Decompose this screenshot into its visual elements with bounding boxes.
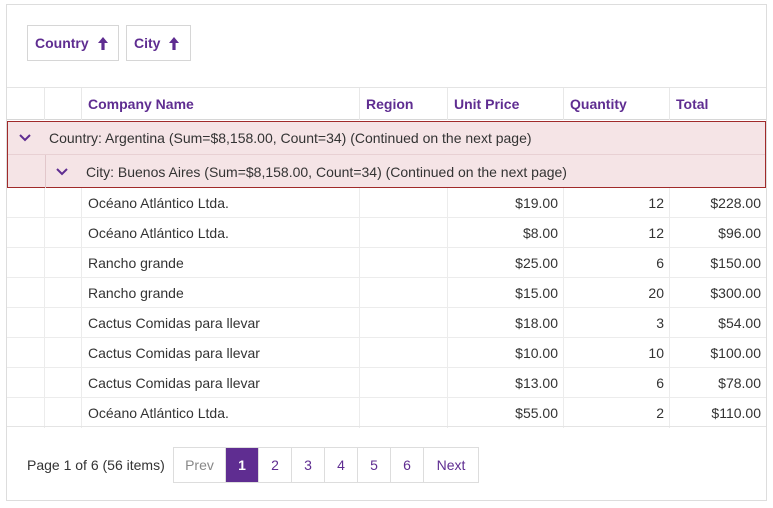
data-grid: Country City Company Name Region Unit Pr… bbox=[6, 4, 767, 501]
indent-cell bbox=[7, 308, 45, 338]
group-row-country[interactable]: Country: Argentina (Sum=$8,158.00, Count… bbox=[8, 122, 765, 155]
indent-cell bbox=[45, 278, 82, 308]
page-button-5[interactable]: 5 bbox=[358, 448, 391, 482]
page-button-2[interactable]: 2 bbox=[259, 448, 292, 482]
indent-cell bbox=[7, 368, 45, 398]
cell-region bbox=[360, 308, 448, 338]
cell-region bbox=[360, 368, 448, 398]
indent-cell bbox=[45, 308, 82, 338]
table-row[interactable]: Océano Atlántico Ltda. $8.00 12 $96.00 bbox=[7, 218, 766, 248]
column-header-unit-price[interactable]: Unit Price bbox=[448, 88, 564, 120]
prev-page-button[interactable]: Prev bbox=[174, 448, 226, 482]
cell-company: Rancho grande bbox=[82, 248, 360, 278]
page-button-6[interactable]: 6 bbox=[391, 448, 424, 482]
group-chip-country[interactable]: Country bbox=[27, 25, 119, 61]
indent-cell bbox=[7, 278, 45, 308]
cell-quantity: 2 bbox=[564, 398, 670, 428]
cell-region bbox=[360, 338, 448, 368]
cell-total: $228.00 bbox=[710, 195, 761, 211]
cell-total: $96.00 bbox=[718, 225, 761, 241]
cell-total: $110.00 bbox=[711, 405, 761, 421]
indent-cell bbox=[45, 338, 82, 368]
indent-cell bbox=[45, 218, 82, 248]
column-header-total[interactable]: Total bbox=[670, 88, 766, 120]
cell-region bbox=[360, 398, 448, 428]
column-header-region[interactable]: Region bbox=[360, 88, 448, 120]
cell-quantity: 6 bbox=[564, 248, 670, 278]
indent-cell bbox=[7, 248, 45, 278]
cell-unit-price: $10.00 bbox=[448, 338, 564, 368]
pager-buttons: Prev 1 2 3 4 5 6 Next bbox=[173, 447, 479, 483]
column-header-company-name[interactable]: Company Name bbox=[82, 88, 360, 120]
cell-quantity: 12 bbox=[564, 218, 670, 248]
table-row[interactable]: Cactus Comidas para llevar $13.00 6 $78.… bbox=[7, 368, 766, 398]
page-button-3[interactable]: 3 bbox=[292, 448, 325, 482]
cell-total: $300.00 bbox=[710, 285, 761, 301]
cell-total: $54.00 bbox=[718, 315, 761, 331]
cell-unit-price: $15.00 bbox=[448, 278, 564, 308]
group-row-text: Country: Argentina (Sum=$8,158.00, Count… bbox=[49, 130, 532, 146]
indent-cell bbox=[45, 248, 82, 278]
cell-total: $150.00 bbox=[710, 255, 761, 271]
arrow-up-icon bbox=[97, 36, 108, 50]
table-row[interactable]: Cactus Comidas para llevar $10.00 10 $10… bbox=[7, 338, 766, 368]
focused-group-rows: Country: Argentina (Sum=$8,158.00, Count… bbox=[7, 121, 766, 188]
cell-unit-price: $8.00 bbox=[448, 218, 564, 248]
indent-cell bbox=[7, 338, 45, 368]
indent-cell bbox=[7, 218, 45, 248]
pager: Page 1 of 6 (56 items) Prev 1 2 3 4 5 6 … bbox=[7, 426, 766, 501]
group-row-text: City: Buenos Aires (Sum=$8,158.00, Count… bbox=[86, 163, 567, 180]
indent-cell bbox=[45, 398, 82, 428]
group-chip-city[interactable]: City bbox=[126, 25, 191, 61]
arrow-up-icon bbox=[169, 36, 180, 50]
cell-region bbox=[360, 248, 448, 278]
indent-cell bbox=[7, 188, 45, 218]
group-indent-header-1 bbox=[7, 88, 45, 120]
page-button-4[interactable]: 4 bbox=[325, 448, 358, 482]
page-button-1[interactable]: 1 bbox=[226, 448, 259, 482]
indent-cell bbox=[45, 368, 82, 398]
table-row[interactable]: Rancho grande $25.00 6 $150.00 bbox=[7, 248, 766, 278]
cell-unit-price: $55.00 bbox=[448, 398, 564, 428]
table-row[interactable]: Cactus Comidas para llevar $18.00 3 $54.… bbox=[7, 308, 766, 338]
group-chip-label: City bbox=[134, 35, 161, 51]
group-panel: Country City bbox=[7, 5, 766, 88]
cell-quantity: 10 bbox=[564, 338, 670, 368]
column-header-quantity[interactable]: Quantity bbox=[564, 88, 670, 120]
cell-company: Rancho grande bbox=[82, 278, 360, 308]
cell-total: $100.00 bbox=[710, 345, 761, 361]
indent-cell bbox=[45, 188, 82, 218]
group-indent-header-2 bbox=[45, 88, 82, 120]
group-chip-label: Country bbox=[35, 35, 89, 51]
cell-unit-price: $19.00 bbox=[448, 188, 564, 218]
chevron-down-icon[interactable] bbox=[19, 134, 31, 142]
cell-quantity: 3 bbox=[564, 308, 670, 338]
cell-quantity: 20 bbox=[564, 278, 670, 308]
cell-company: Océano Atlántico Ltda. bbox=[82, 188, 360, 218]
cell-total: $78.00 bbox=[718, 375, 761, 391]
table-row[interactable]: Océano Atlántico Ltda. $19.00 12 $228.00 bbox=[7, 188, 766, 218]
cell-region bbox=[360, 188, 448, 218]
group-indent-divider bbox=[45, 155, 46, 188]
cell-unit-price: $13.00 bbox=[448, 368, 564, 398]
group-row-city[interactable]: City: Buenos Aires (Sum=$8,158.00, Count… bbox=[8, 155, 765, 188]
column-header-row: Company Name Region Unit Price Quantity … bbox=[7, 88, 766, 120]
indent-cell bbox=[7, 398, 45, 428]
cell-region bbox=[360, 278, 448, 308]
pager-summary: Page 1 of 6 (56 items) bbox=[27, 457, 165, 473]
cell-company: Cactus Comidas para llevar bbox=[82, 308, 360, 338]
cell-company: Océano Atlántico Ltda. bbox=[82, 218, 360, 248]
cell-company: Océano Atlántico Ltda. bbox=[82, 398, 360, 428]
cell-company: Cactus Comidas para llevar bbox=[82, 338, 360, 368]
cell-quantity: 12 bbox=[564, 188, 670, 218]
cell-company: Cactus Comidas para llevar bbox=[82, 368, 360, 398]
chevron-down-icon[interactable] bbox=[56, 167, 68, 176]
table-row[interactable]: Rancho grande $15.00 20 $300.00 bbox=[7, 278, 766, 308]
table-row[interactable]: Océano Atlántico Ltda. $55.00 2 $110.00 bbox=[7, 398, 766, 428]
cell-quantity: 6 bbox=[564, 368, 670, 398]
next-page-button[interactable]: Next bbox=[424, 448, 478, 482]
cell-unit-price: $18.00 bbox=[448, 308, 564, 338]
cell-region bbox=[360, 218, 448, 248]
cell-unit-price: $25.00 bbox=[448, 248, 564, 278]
